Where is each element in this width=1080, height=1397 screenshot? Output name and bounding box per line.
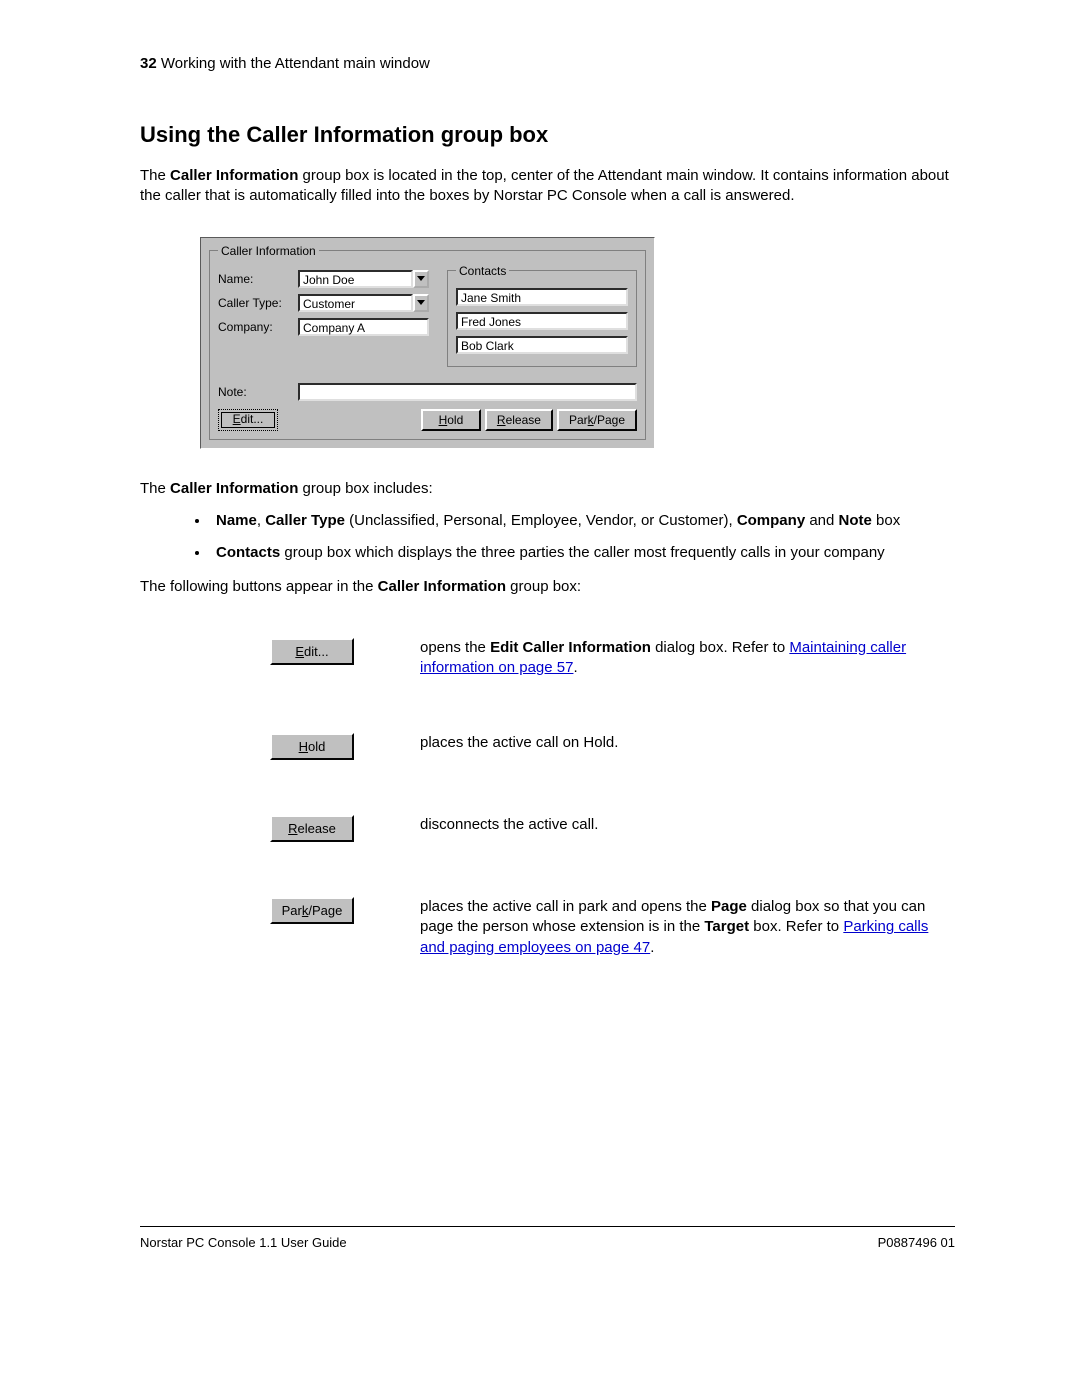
section-title: Working with the Attendant main window — [161, 55, 430, 72]
caller-type-combo[interactable]: Customer — [298, 294, 429, 312]
contact-3[interactable]: Bob Clark — [456, 336, 628, 354]
intro-paragraph: The Caller Information group box is loca… — [140, 166, 955, 207]
table-row-release: Release disconnects the active call. — [270, 815, 955, 842]
note-label: Note: — [218, 385, 298, 399]
contacts-groupbox: Contacts Jane Smith Fred Jones Bob Clark — [447, 264, 637, 367]
release-button[interactable]: Release — [485, 409, 553, 431]
button-table: Edit... opens the Edit Caller Informatio… — [270, 638, 955, 958]
parkpage-button[interactable]: Park/Page — [557, 409, 637, 431]
table-row-edit: Edit... opens the Edit Caller Informatio… — [270, 638, 955, 679]
contacts-legend: Contacts — [456, 264, 509, 278]
table-row-hold: Hold places the active call on Hold. — [270, 733, 955, 760]
page-footer: Norstar PC Console 1.1 User Guide P08874… — [140, 1226, 955, 1250]
parkpage-button-sample[interactable]: Park/Page — [270, 897, 354, 924]
parkpage-desc: places the active call in park and opens… — [420, 897, 955, 958]
caller-type-value[interactable]: Customer — [298, 294, 413, 312]
release-button-sample[interactable]: Release — [270, 815, 354, 842]
caller-info-legend: Caller Information — [218, 244, 319, 258]
before-table-text: The following buttons appear in the Call… — [140, 577, 955, 597]
caller-info-figure: Caller Information Name: John Doe — [200, 237, 955, 449]
hold-desc: places the active call on Hold. — [420, 733, 955, 753]
bullet-list: Name, Caller Type (Unclassified, Persona… — [210, 511, 955, 564]
edit-desc: opens the Edit Caller Information dialog… — [420, 638, 955, 679]
page-header: 32 Working with the Attendant main windo… — [140, 55, 955, 72]
chevron-down-icon[interactable] — [413, 294, 429, 312]
release-desc: disconnects the active call. — [420, 815, 955, 835]
caller-information-groupbox: Caller Information Name: John Doe — [209, 244, 646, 440]
footer-left: Norstar PC Console 1.1 User Guide — [140, 1235, 347, 1250]
edit-button[interactable]: Edit... — [218, 409, 278, 431]
bullet-1: Name, Caller Type (Unclassified, Persona… — [210, 511, 955, 531]
footer-right: P0887496 01 — [878, 1235, 955, 1250]
hold-button-sample[interactable]: Hold — [270, 733, 354, 760]
name-value[interactable]: John Doe — [298, 270, 413, 288]
name-combo[interactable]: John Doe — [298, 270, 429, 288]
company-label: Company: — [218, 320, 298, 334]
heading: Using the Caller Information group box — [140, 122, 955, 148]
name-label: Name: — [218, 272, 298, 286]
hold-button[interactable]: Hold — [421, 409, 481, 431]
table-row-parkpage: Park/Page places the active call in park… — [270, 897, 955, 958]
contact-1[interactable]: Jane Smith — [456, 288, 628, 306]
page-number: 32 — [140, 55, 157, 72]
bullet-2: Contacts group box which displays the th… — [210, 543, 955, 563]
contact-2[interactable]: Fred Jones — [456, 312, 628, 330]
company-input[interactable]: Company A — [298, 318, 429, 336]
note-input[interactable] — [298, 383, 637, 401]
edit-button-sample[interactable]: Edit... — [270, 638, 354, 665]
chevron-down-icon[interactable] — [413, 270, 429, 288]
after-figure-text: The Caller Information group box include… — [140, 479, 955, 499]
caller-type-label: Caller Type: — [218, 296, 298, 310]
